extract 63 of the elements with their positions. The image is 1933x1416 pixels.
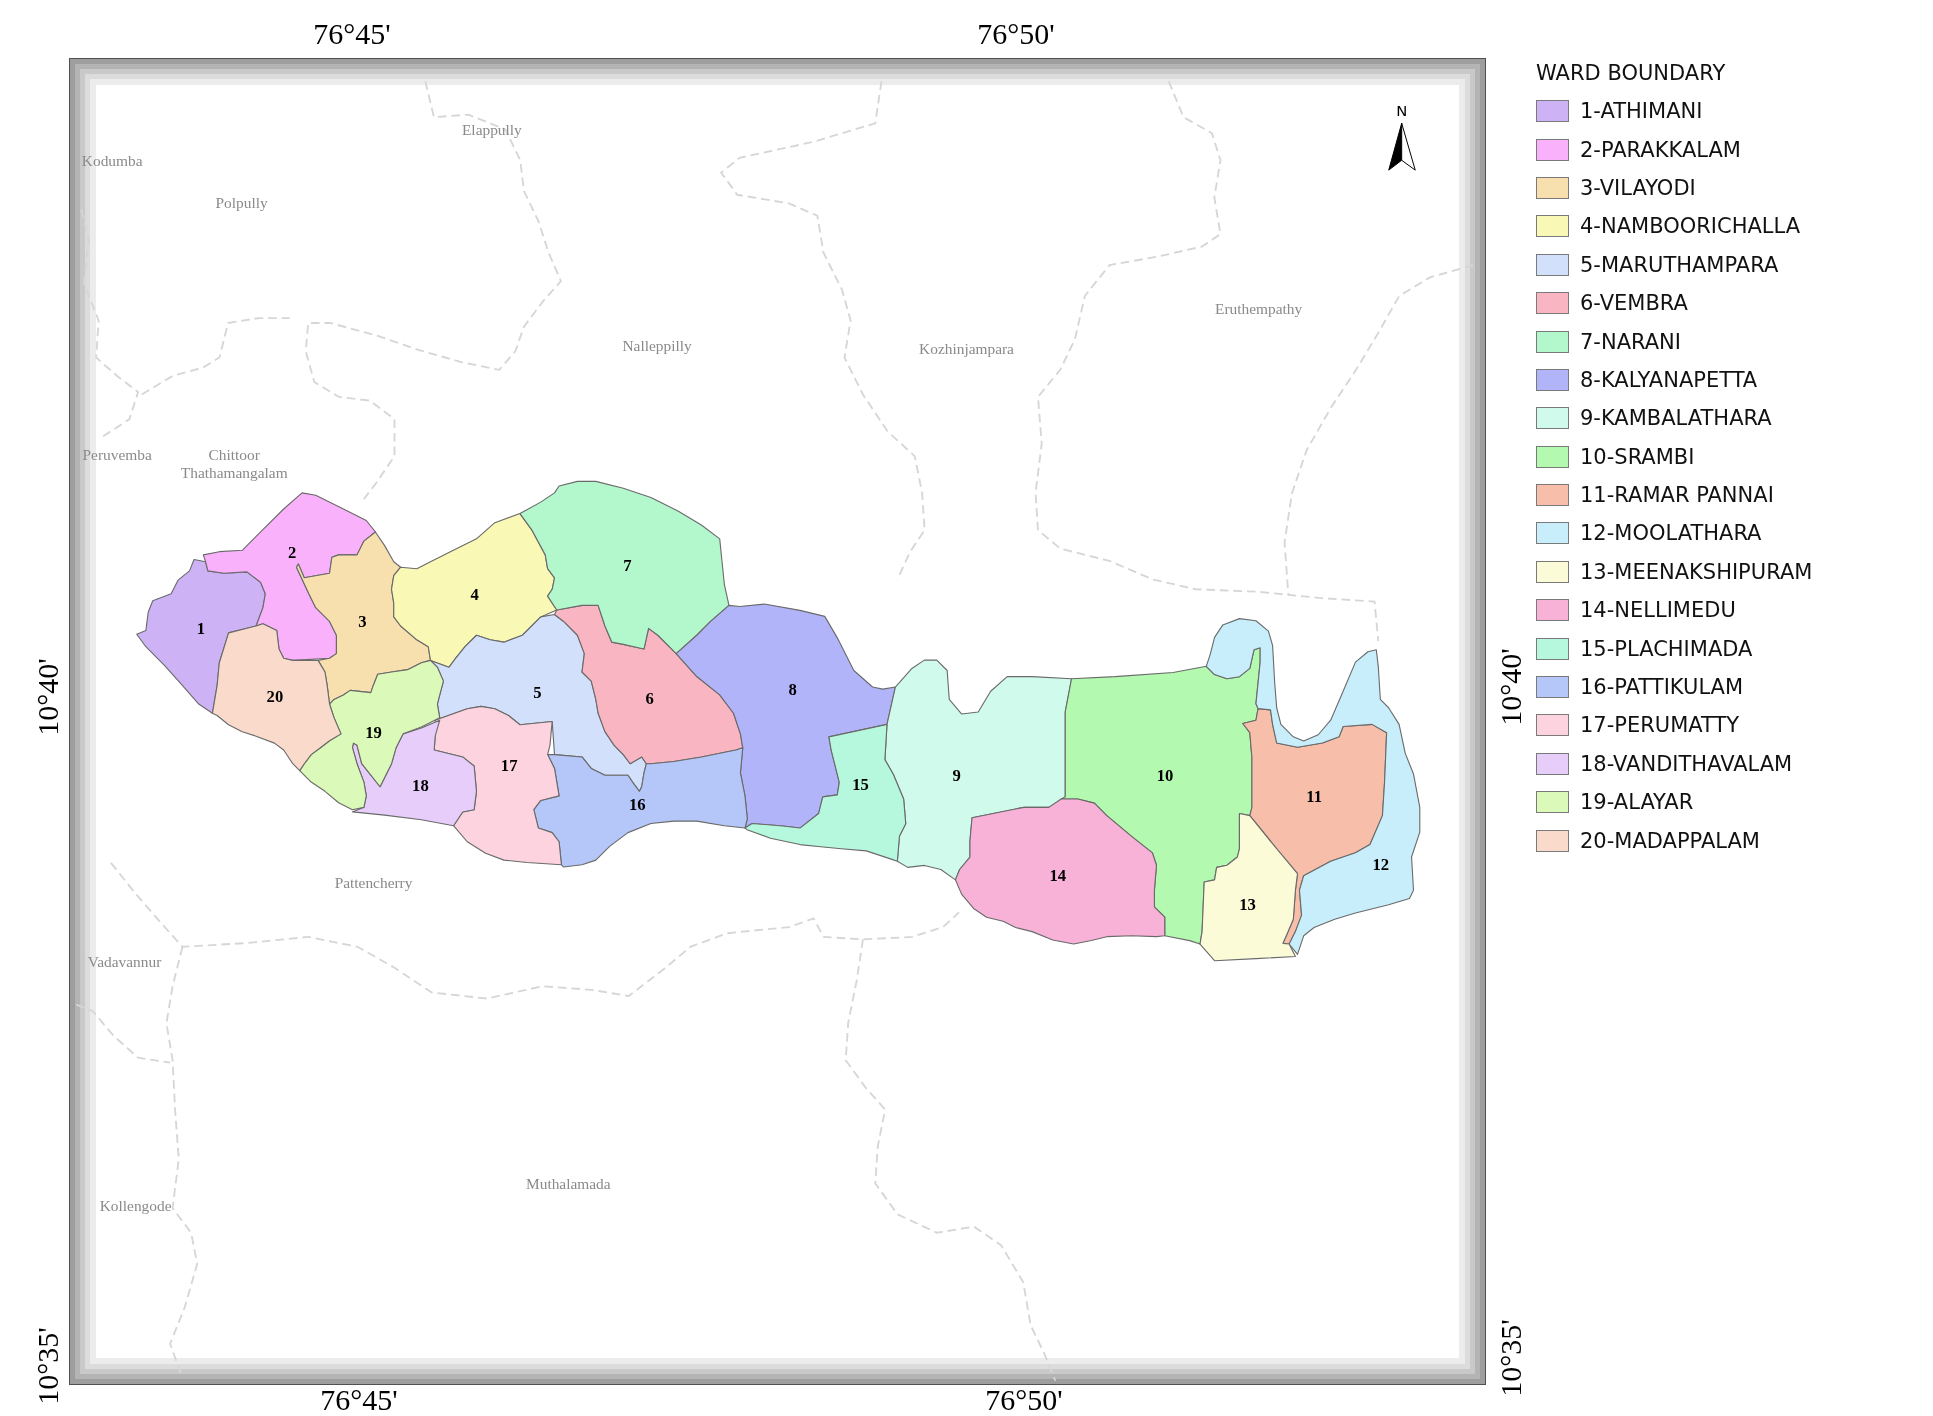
place-label: Nalleppilly <box>622 336 692 354</box>
legend-label: 17-PERUMATTY <box>1580 712 1740 739</box>
ward-number: 4 <box>470 584 479 604</box>
north-label: N <box>1396 102 1408 120</box>
legend-label: 3-VILAYODI <box>1580 174 1696 201</box>
ward-number: 15 <box>852 774 869 794</box>
ward-number: 20 <box>266 687 284 706</box>
ward-number: 12 <box>1372 854 1390 874</box>
place-label: Kozhinjampara <box>919 340 1014 358</box>
legend-title: WARD BOUNDARY <box>1536 60 1726 86</box>
legend-label: 19-ALAYAR <box>1580 789 1694 816</box>
place-label: Chittoor Thathamangalam <box>180 445 288 481</box>
place-label: Peruvemba <box>82 446 152 464</box>
legend-label: 1-ATHIMANI <box>1580 98 1703 125</box>
place-label: Kollengode <box>99 1197 172 1215</box>
legend-label: 18-VANDITHAVALAM <box>1580 750 1793 777</box>
place-label: Pattencherry <box>334 874 413 892</box>
latitude-label: 10°40' <box>33 658 63 736</box>
ward-number: 11 <box>1306 786 1322 806</box>
legend-label: 13-MEENAKSHIPURAM <box>1580 558 1813 585</box>
place-label: Kodumba <box>81 151 143 169</box>
place-label: Polpully <box>215 193 268 211</box>
legend-label: 15-PLACHIMADA <box>1580 635 1753 662</box>
legend-label: 5-MARUTHAMPARA <box>1580 251 1779 278</box>
longitude-label: 76°50' <box>977 19 1055 49</box>
longitude-label: 76°50' <box>985 1385 1063 1415</box>
ward-number: 14 <box>1049 865 1067 885</box>
ward-number: 2 <box>288 542 297 562</box>
longitude-label: 76°45' <box>320 1385 398 1415</box>
legend-label: 14-NELLIMEDU <box>1580 597 1736 624</box>
ward-number: 13 <box>1239 895 1256 915</box>
place-label: Vadavannur <box>87 953 162 971</box>
longitude-label: 76°45' <box>313 19 391 49</box>
place-label: Eruthempathy <box>1215 299 1303 317</box>
latitude-label: 10°40' <box>1496 648 1526 726</box>
ward-number: 17 <box>500 756 518 776</box>
legend-label: 2-PARAKKALAM <box>1580 136 1741 163</box>
ward-number: 10 <box>1156 765 1174 785</box>
ward-number: 16 <box>629 795 646 815</box>
legend-label: 6-VEMBRA <box>1580 290 1688 317</box>
legend-label: 8-KALYANAPETTA <box>1580 366 1758 393</box>
place-label: Muthalamada <box>526 1174 611 1192</box>
legend-label: 9-KAMBALATHARA <box>1580 405 1772 432</box>
latitude-label: 10°35' <box>1496 1319 1526 1397</box>
place-label: Elappully <box>461 120 522 138</box>
latitude-label: 10°35' <box>33 1327 63 1405</box>
ward-number: 7 <box>623 556 632 576</box>
ward-number: 19 <box>365 722 382 742</box>
legend-label: 11-RAMAR PANNAI <box>1580 482 1774 509</box>
ward-number: 9 <box>952 765 961 785</box>
legend-label: 12-MOOLATHARA <box>1580 520 1762 547</box>
legend-label: 20-MADAPPALAM <box>1580 827 1760 854</box>
legend-label: 10-SRAMBI <box>1580 443 1695 470</box>
ward-number: 1 <box>196 619 206 639</box>
ward-number: 8 <box>788 679 797 699</box>
legend-label: 16-PATTIKULAM <box>1580 674 1744 701</box>
ward-number: 3 <box>358 611 367 631</box>
north-arrow-icon <box>1388 122 1416 171</box>
legend-label: 7-NARANI <box>1580 328 1682 355</box>
ward-number: 6 <box>645 689 654 709</box>
ward-number: 18 <box>412 775 429 795</box>
ward-number: 5 <box>533 683 542 703</box>
legend-label: 4-NAMBOORICHALLA <box>1580 213 1801 240</box>
